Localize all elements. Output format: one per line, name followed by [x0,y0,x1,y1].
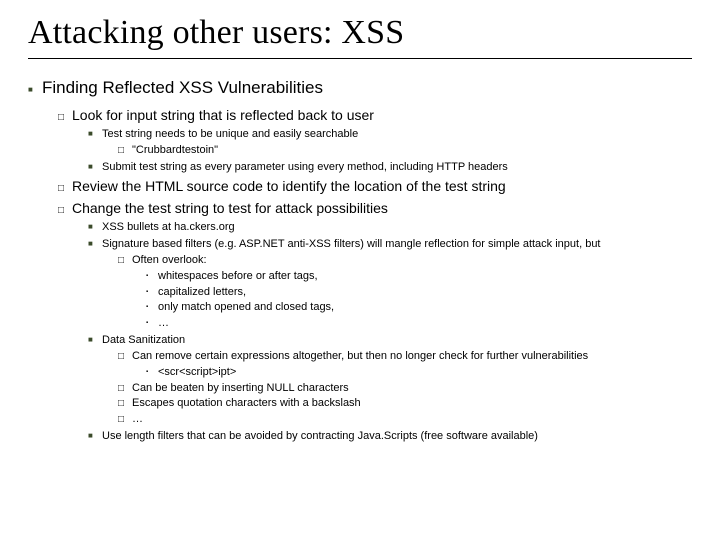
text: Use length filters that can be avoided b… [102,430,538,442]
bullet-l4: "Crubbardtestoin" [118,143,692,158]
slide: Attacking other users: XSS Finding Refle… [0,0,720,540]
bullet-l3: Submit test string as every parameter us… [88,160,692,175]
text: Signature based filters (e.g. ASP.NET an… [102,238,601,250]
text: Review the HTML source code to identify … [72,178,506,194]
bullet-l5: <scr<script>ipt> [146,365,692,380]
bullet-l5: capitalized letters, [146,285,692,300]
text: Look for input string that is reflected … [72,107,374,123]
slide-body: Finding Reflected XSS Vulnerabilities Lo… [28,77,692,444]
bullet-l4: Often overlook: [118,253,692,268]
bullet-l2: Look for input string that is reflected … [58,106,692,125]
bullet-l5: whitespaces before or after tags, [146,269,692,284]
text: Can remove certain expressions altogethe… [132,350,588,362]
bullet-l2: Review the HTML source code to identify … [58,177,692,196]
bullet-l4: … [118,412,692,427]
bullet-l3: XSS bullets at ha.ckers.org [88,220,692,235]
bullet-l5: … [146,316,692,331]
text: capitalized letters, [158,286,246,298]
text: Can be beaten by inserting NULL characte… [132,382,349,394]
title-underline [28,58,692,59]
text: Escapes quotation characters with a back… [132,397,361,409]
text: XSS bullets at ha.ckers.org [102,221,235,233]
bullet-l3: Data Sanitization [88,333,692,348]
bullet-l5: only match opened and closed tags, [146,300,692,315]
bullet-l3: Use length filters that can be avoided b… [88,429,692,444]
bullet-l4: Escapes quotation characters with a back… [118,396,692,411]
text: Test string needs to be unique and easil… [102,128,358,140]
text: only match opened and closed tags, [158,301,334,313]
text: <scr<script>ipt> [158,366,236,378]
bullet-l1: Finding Reflected XSS Vulnerabilities [28,77,692,100]
bullet-l4: Can be beaten by inserting NULL characte… [118,381,692,396]
text: Change the test string to test for attac… [72,200,388,216]
text: Often overlook: [132,254,207,266]
text: Finding Reflected XSS Vulnerabilities [42,78,323,97]
text: … [158,317,169,329]
text: … [132,413,143,425]
text: Data Sanitization [102,334,185,346]
bullet-l4: Can remove certain expressions altogethe… [118,349,692,364]
bullet-l2: Change the test string to test for attac… [58,199,692,218]
text: whitespaces before or after tags, [158,270,318,282]
slide-title: Attacking other users: XSS [28,14,692,52]
text: "Crubbardtestoin" [132,144,218,156]
bullet-l3: Signature based filters (e.g. ASP.NET an… [88,237,692,252]
bullet-l3: Test string needs to be unique and easil… [88,127,692,142]
text: Submit test string as every parameter us… [102,161,508,173]
